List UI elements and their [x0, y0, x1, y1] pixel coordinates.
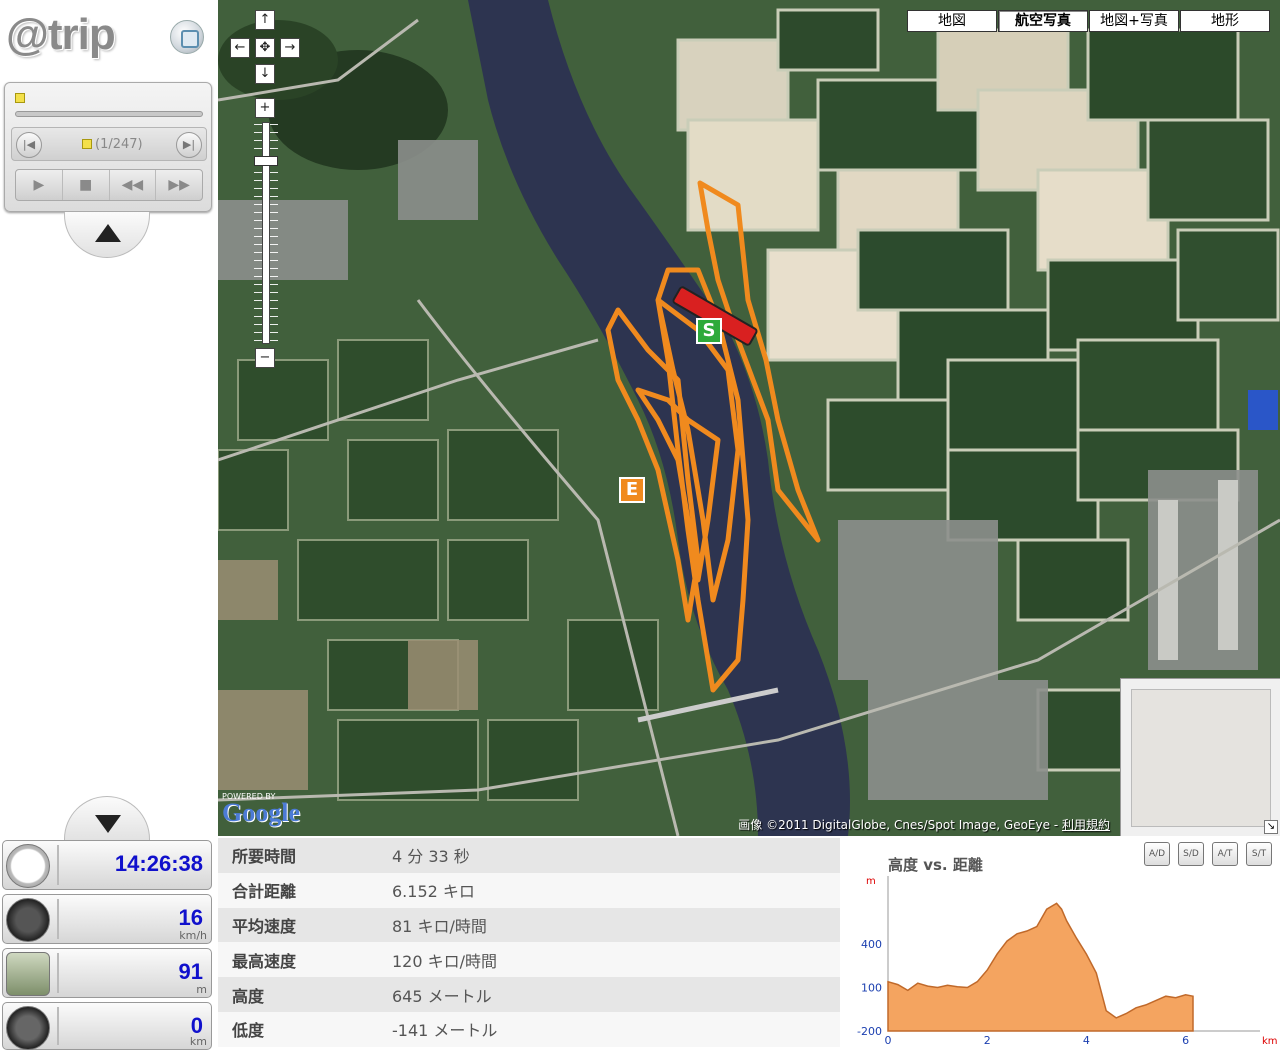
speed-gauge: 16 km/h	[2, 894, 212, 944]
zoom-out-button[interactable]: −	[255, 348, 275, 368]
maptype-satellite[interactable]: 航空写真	[998, 10, 1088, 32]
collapse-panel-button[interactable]	[64, 212, 150, 258]
stat-row-distance: 合計距離 6.152 キロ	[218, 872, 840, 908]
playback-controls: ▶ ■ ◀◀ ▶▶	[15, 169, 203, 201]
stat-row-max-altitude: 高度 645 メートル	[218, 977, 840, 1012]
terms-link[interactable]: 利用規約	[1062, 818, 1110, 832]
play-button[interactable]: ▶	[16, 170, 63, 200]
distance-gauge: 0 km	[2, 1002, 212, 1050]
stat-value: 645 メートル	[392, 986, 492, 1006]
stat-label: 所要時間	[232, 847, 297, 867]
stat-value: 81 キロ/時間	[392, 916, 487, 936]
stop-button[interactable]: ■	[63, 170, 110, 200]
x-tick-label: 0	[885, 1034, 892, 1047]
stat-label: 合計距離	[232, 882, 297, 902]
playback-slider[interactable]	[15, 111, 203, 117]
clock-value: 14:26:38	[114, 851, 203, 876]
zoom-handle[interactable]	[254, 156, 278, 166]
stat-row-min-altitude: 低度 -141 メートル	[218, 1011, 840, 1047]
track-path	[605, 180, 821, 693]
pan-up-button[interactable]: ↑	[255, 10, 275, 30]
map-type-switcher: 地図 航空写真 地図+写真 地形	[906, 10, 1270, 32]
stat-row-avg-speed: 平均速度 81 キロ/時間	[218, 907, 840, 943]
pan-down-button[interactable]: ↓	[255, 64, 275, 84]
distance-unit: km	[189, 1035, 207, 1048]
overview-map-canvas[interactable]	[1131, 689, 1271, 827]
stat-label: 低度	[232, 1021, 265, 1041]
stat-label: 平均速度	[232, 916, 297, 936]
clock-icon	[6, 844, 50, 888]
map-attribution: 画像 ©2011 DigitalGlobe, Cnes/Spot Image, …	[738, 816, 1110, 833]
arrow-up-icon	[95, 224, 121, 242]
overview-map: ↘	[1120, 678, 1280, 836]
stat-row-max-speed: 最高速度 120 キロ/時間	[218, 942, 840, 978]
y-tick-label: -200	[857, 1025, 882, 1038]
stat-label: 高度	[232, 986, 265, 1006]
arrow-down-icon	[95, 815, 121, 833]
point-counter-text: (1/247)	[95, 137, 143, 152]
map-view[interactable]: S E ↑ ← ✥ → ↓ + − 地図 航空写真 地図+写真 地形 POWER…	[218, 0, 1280, 836]
zoom-in-button[interactable]: +	[255, 98, 275, 118]
x-tick-label: 6	[1182, 1034, 1189, 1047]
playback-panel: |◀ (1/247) ▶| ▶ ■ ◀◀ ▶▶	[4, 82, 212, 212]
speedometer-icon	[6, 898, 50, 942]
y-tick-label: 400	[861, 938, 882, 951]
maptype-map[interactable]: 地図	[907, 10, 997, 32]
maptype-hybrid[interactable]: 地図+写真	[1089, 10, 1179, 32]
copyright-text: 画像 ©2011 DigitalGlobe, Cnes/Spot Image, …	[738, 818, 1059, 832]
y-unit-label: m	[866, 876, 876, 887]
pan-right-button[interactable]: →	[280, 38, 300, 58]
app-logo: @trip	[6, 10, 116, 59]
maptype-terrain[interactable]: 地形	[1180, 10, 1270, 32]
point-counter: (1/247)	[82, 137, 143, 152]
start-marker[interactable]: S	[696, 318, 722, 344]
stats-table: 所要時間 4 分 33 秒 合計距離 6.152 キロ 平均速度 81 キロ/時間 最…	[218, 838, 840, 1050]
google-logo[interactable]: Google	[222, 798, 300, 828]
rewind-button[interactable]: ◀◀	[110, 170, 157, 200]
mountain-icon	[6, 952, 50, 996]
altitude-gauge: 91 m	[2, 948, 212, 998]
chart-plot: m 400 100 -2000 2 4 6 km	[857, 876, 1278, 1047]
next-point-button[interactable]: ▶|	[176, 132, 202, 158]
expand-panel-button[interactable]	[64, 796, 150, 842]
point-flag-icon	[82, 139, 92, 149]
elevation-chart: 高度 vs. 距離 A/D S/D A/T S/T m 400 100 -200 0 2 4…	[840, 836, 1280, 1050]
stat-value: 4 分 33 秒	[392, 847, 470, 867]
left-panel: @trip |◀ (1/247) ▶| ▶ ■ ◀◀ ▶▶ 14:26:38 1…	[0, 0, 218, 1050]
prev-point-button[interactable]: |◀	[16, 132, 42, 158]
overview-toggle-button[interactable]: ↘	[1264, 820, 1278, 834]
stat-row-duration: 所要時間 4 分 33 秒	[218, 838, 840, 873]
step-row: |◀ (1/247) ▶|	[11, 127, 207, 161]
stat-value: 120 キロ/時間	[392, 951, 498, 971]
altitude-value: 91	[178, 959, 203, 984]
pan-center-button[interactable]: ✥	[255, 38, 275, 58]
x-tick-label: 2	[984, 1034, 991, 1047]
pan-left-button[interactable]: ←	[230, 38, 250, 58]
road-icon	[6, 1006, 50, 1050]
fast-forward-button[interactable]: ▶▶	[156, 170, 202, 200]
speed-value: 16	[178, 905, 203, 930]
y-tick-label: 100	[861, 982, 882, 995]
stat-value: 6.152 キロ	[392, 882, 475, 902]
altitude-unit: m	[196, 983, 207, 996]
copy-window-icon[interactable]	[170, 20, 204, 54]
speed-unit: km/h	[179, 929, 207, 942]
elevation-area	[887, 902, 1194, 1032]
x-unit-label: km	[1262, 1036, 1278, 1047]
stat-label: 最高速度	[232, 951, 297, 971]
position-flag-icon	[15, 93, 25, 103]
stat-value: -141 メートル	[392, 1021, 498, 1041]
x-tick-label: 4	[1083, 1034, 1090, 1047]
clock-gauge: 14:26:38	[2, 840, 212, 890]
end-marker[interactable]: E	[619, 477, 645, 503]
